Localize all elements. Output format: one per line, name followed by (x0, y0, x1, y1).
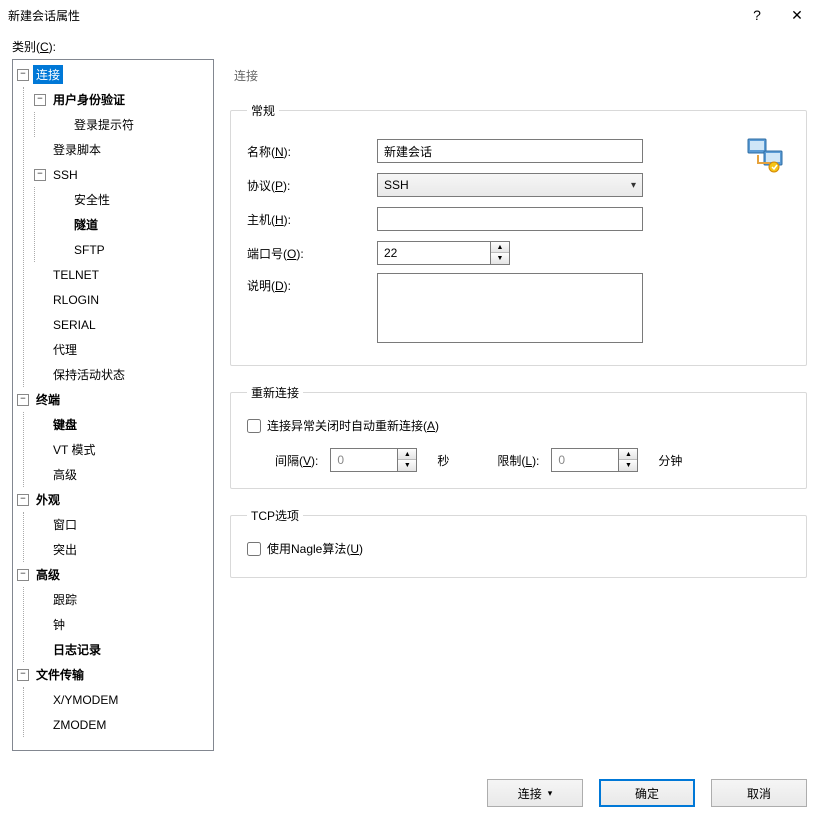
nagle-label: 使用Nagle算法(U) (267, 540, 363, 557)
tree-item-login-prompt[interactable]: 登录提示符 (35, 112, 213, 137)
spinner-up-icon: ▲ (619, 449, 637, 460)
category-tree[interactable]: − 连接 − 用户身份验证 登录提示符 (12, 59, 214, 751)
chevron-down-icon: ▾ (631, 180, 636, 191)
tree-item-keyboard[interactable]: 键盘 (24, 412, 213, 437)
tree-item-tunnel[interactable]: 隧道 (35, 212, 213, 237)
tree-item-connection[interactable]: − 连接 (13, 62, 213, 87)
tree-item-appearance[interactable]: − 外观 (13, 487, 213, 512)
port-spinner[interactable]: ▲ ▼ (377, 241, 510, 265)
group-tcp-legend: TCP选项 (247, 507, 303, 524)
port-label: 端口号(O): (247, 245, 377, 262)
desc-label: 说明(D): (247, 273, 377, 294)
auto-reconnect-label: 连接异常关闭时自动重新连接(A) (267, 417, 439, 434)
interval-spinner: ▲ ▼ (330, 448, 417, 472)
spinner-down-icon: ▼ (398, 460, 416, 471)
name-label: 名称(N): (247, 143, 377, 160)
seconds-label: 秒 (437, 452, 449, 469)
tree-item-telnet[interactable]: TELNET (24, 262, 213, 287)
tree-item-login-script[interactable]: 登录脚本 (24, 137, 213, 162)
titlebar: 新建会话属性 ? ✕ (0, 0, 825, 30)
tree-item-logging[interactable]: 日志记录 (24, 637, 213, 662)
group-general-legend: 常规 (247, 102, 279, 119)
tree-item-xymodem[interactable]: X/YMODEM (24, 687, 213, 712)
collapse-icon[interactable]: − (34, 94, 46, 106)
close-button[interactable]: ✕ (777, 1, 817, 29)
panel-header: 连接 (230, 63, 807, 102)
nagle-checkbox[interactable] (247, 542, 261, 556)
tree-item-security[interactable]: 安全性 (35, 187, 213, 212)
connect-button[interactable]: 连接▾ (487, 779, 583, 807)
help-button[interactable]: ? (737, 1, 777, 29)
name-input[interactable] (377, 139, 643, 163)
tree-item-zmodem[interactable]: ZMODEM (24, 712, 213, 737)
minutes-label: 分钟 (658, 452, 682, 469)
tree-item-sftp[interactable]: SFTP (35, 237, 213, 262)
tree-item-advanced[interactable]: − 高级 (13, 562, 213, 587)
protocol-value: SSH (384, 178, 409, 192)
category-label: 类别(C): (0, 30, 825, 59)
tree-item-terminal-advanced[interactable]: 高级 (24, 462, 213, 487)
tree-item-ssh[interactable]: − SSH (24, 162, 213, 187)
collapse-icon[interactable]: − (17, 69, 29, 81)
host-label: 主机(H): (247, 211, 377, 228)
limit-input (551, 448, 619, 472)
tree-item-window[interactable]: 窗口 (24, 512, 213, 537)
dialog-footer: 连接▾ 确定 取消 (487, 773, 807, 813)
interval-label: 间隔(V): (275, 452, 318, 469)
limit-spinner: ▲ ▼ (551, 448, 638, 472)
tree-item-serial[interactable]: SERIAL (24, 312, 213, 337)
connection-icon (746, 137, 786, 176)
tree-item-file-transfer[interactable]: − 文件传输 (13, 662, 213, 687)
spinner-up-icon[interactable]: ▲ (491, 242, 509, 253)
spinner-down-icon[interactable]: ▼ (491, 253, 509, 264)
window-title: 新建会话属性 (8, 7, 737, 24)
tree-item-user-auth[interactable]: − 用户身份验证 (24, 87, 213, 112)
group-tcp: TCP选项 使用Nagle算法(U) (230, 507, 807, 578)
spinner-down-icon: ▼ (619, 460, 637, 471)
protocol-label: 协议(P): (247, 177, 377, 194)
spinner-up-icon: ▲ (398, 449, 416, 460)
collapse-icon[interactable]: − (17, 394, 29, 406)
settings-panel: 连接 常规 名称(N): 协议(P): (224, 59, 813, 751)
tree-item-highlight[interactable]: 突出 (24, 537, 213, 562)
collapse-icon[interactable]: − (17, 569, 29, 581)
tree-item-keepalive[interactable]: 保持活动状态 (24, 362, 213, 387)
desc-textarea[interactable] (377, 273, 643, 343)
group-reconnect-legend: 重新连接 (247, 384, 303, 401)
ok-button[interactable]: 确定 (599, 779, 695, 807)
tree-item-rlogin[interactable]: RLOGIN (24, 287, 213, 312)
protocol-select[interactable]: SSH ▾ (377, 173, 643, 197)
group-reconnect: 重新连接 连接异常关闭时自动重新连接(A) 间隔(V): ▲ ▼ 秒 限制(L)… (230, 384, 807, 489)
collapse-icon[interactable]: − (17, 494, 29, 506)
group-general: 常规 名称(N): 协议(P): SSH (230, 102, 807, 366)
port-input[interactable] (377, 241, 491, 265)
host-input[interactable] (377, 207, 643, 231)
tree-item-vt[interactable]: VT 模式 (24, 437, 213, 462)
chevron-down-icon: ▾ (548, 788, 553, 799)
tree-item-bell[interactable]: 钟 (24, 612, 213, 637)
cancel-button[interactable]: 取消 (711, 779, 807, 807)
interval-input (330, 448, 398, 472)
limit-label: 限制(L): (497, 452, 539, 469)
collapse-icon[interactable]: − (17, 669, 29, 681)
collapse-icon[interactable]: − (34, 169, 46, 181)
tree-item-trace[interactable]: 跟踪 (24, 587, 213, 612)
tree-item-terminal[interactable]: − 终端 (13, 387, 213, 412)
tree-item-proxy[interactable]: 代理 (24, 337, 213, 362)
auto-reconnect-checkbox[interactable] (247, 419, 261, 433)
